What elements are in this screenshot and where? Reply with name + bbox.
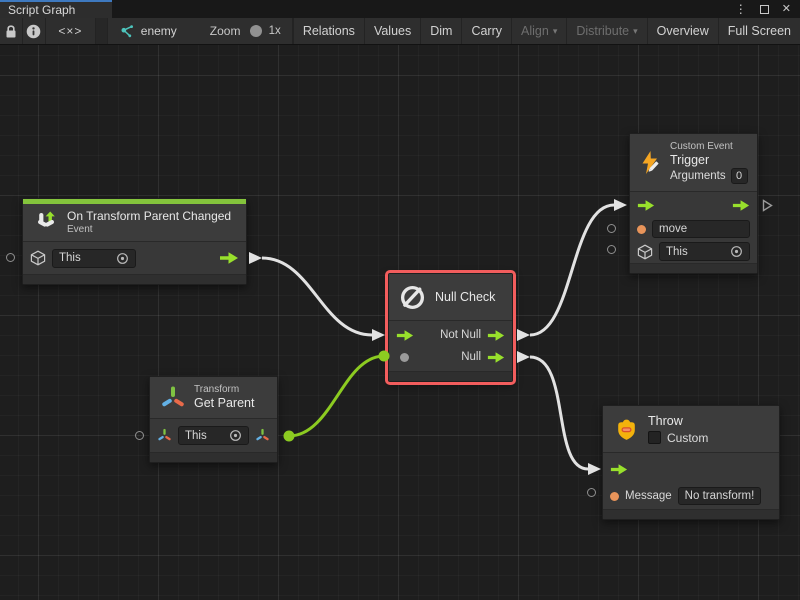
null-check-icon bbox=[399, 284, 426, 311]
node-category: Custom Event bbox=[670, 141, 748, 153]
null-output-port[interactable] bbox=[487, 351, 505, 364]
flow-input-port[interactable] bbox=[396, 329, 414, 342]
relations-button[interactable]: Relations bbox=[293, 18, 364, 44]
node-header: Transform Get Parent bbox=[150, 377, 277, 419]
node-footer bbox=[389, 371, 512, 381]
values-button[interactable]: Values bbox=[364, 18, 420, 44]
zoom-label: Zoom bbox=[210, 24, 241, 38]
code-icon: <×> bbox=[58, 24, 82, 38]
node-custom-event-trigger[interactable]: Custom Event Trigger Arguments 0 move bbox=[629, 133, 758, 274]
target-picker-icon[interactable] bbox=[229, 429, 242, 442]
transform-output-port-icon[interactable] bbox=[255, 428, 270, 443]
node-throw[interactable]: Throw Custom Message No transform! bbox=[602, 405, 780, 520]
node-title: Get Parent bbox=[194, 396, 254, 411]
custom-checkbox[interactable] bbox=[648, 431, 661, 444]
flow-input-port[interactable] bbox=[637, 199, 655, 212]
node-footer bbox=[23, 274, 246, 284]
zoom-slider[interactable] bbox=[250, 30, 258, 32]
arguments-label: Arguments bbox=[670, 170, 726, 182]
transform-event-icon bbox=[33, 210, 59, 236]
node-header: Throw Custom bbox=[603, 406, 779, 453]
throw-message-ext-port[interactable] bbox=[587, 488, 596, 497]
port-label-not-null: Not Null bbox=[440, 329, 481, 341]
transform-icon bbox=[160, 385, 186, 411]
graph-name[interactable]: enemy bbox=[141, 24, 177, 38]
node-footer bbox=[603, 509, 779, 519]
chevron-down-icon: ▾ bbox=[633, 26, 638, 37]
target-field[interactable]: This bbox=[52, 249, 136, 268]
toolbar-gap bbox=[96, 18, 108, 44]
target-picker-icon[interactable] bbox=[730, 245, 743, 258]
get-parent-target-ext-port[interactable] bbox=[135, 431, 144, 440]
node-footer bbox=[630, 263, 757, 273]
graph-breadcrumb-zoom: enemy Zoom 1x bbox=[108, 18, 293, 44]
string-input-port[interactable] bbox=[610, 492, 619, 501]
transform-port-icon[interactable] bbox=[157, 428, 172, 443]
graph-icon bbox=[119, 24, 134, 39]
tab-script-graph[interactable]: Script Graph bbox=[0, 0, 112, 18]
node-title: On Transform Parent Changed bbox=[67, 209, 231, 224]
not-null-output-port[interactable] bbox=[487, 329, 505, 342]
toolbar-buttons: Relations Values Dim Carry Align▾ Distri… bbox=[293, 18, 800, 44]
distribute-dropdown: Distribute▾ bbox=[566, 18, 646, 44]
cube-icon bbox=[30, 250, 46, 266]
dim-button[interactable]: Dim bbox=[420, 18, 461, 44]
node-header: Null Check bbox=[389, 274, 512, 321]
lock-button[interactable] bbox=[0, 18, 23, 44]
value-input-port[interactable] bbox=[400, 353, 409, 362]
close-icon[interactable]: ✕ bbox=[782, 4, 791, 15]
cube-icon bbox=[637, 244, 653, 260]
overview-button[interactable]: Overview bbox=[647, 18, 718, 44]
event-name-field[interactable]: move bbox=[652, 220, 750, 238]
target-field[interactable]: This bbox=[659, 242, 750, 261]
menu-kebab-icon[interactable]: ⋮ bbox=[735, 3, 747, 15]
node-on-transform-parent-changed[interactable]: On Transform Parent Changed Event This bbox=[22, 198, 247, 285]
window-controls: ⋮ ✕ bbox=[735, 0, 800, 18]
node-get-parent[interactable]: Transform Get Parent This bbox=[149, 376, 278, 463]
flow-input-port[interactable] bbox=[610, 463, 628, 476]
custom-event-target-ext-port[interactable] bbox=[607, 245, 616, 254]
node-title: Null Check bbox=[435, 290, 495, 305]
node-title: Trigger bbox=[670, 153, 748, 168]
node-subtitle: Event bbox=[67, 224, 231, 236]
lock-icon bbox=[5, 24, 17, 39]
port-label-null: Null bbox=[461, 351, 481, 363]
custom-event-icon bbox=[638, 150, 664, 176]
target-picker-icon[interactable] bbox=[116, 252, 129, 265]
graph-toolbar: <×> enemy Zoom 1x Relations Values Dim C… bbox=[0, 18, 800, 45]
node-null-check[interactable]: Null Check Not Null Null bbox=[388, 273, 513, 382]
info-button[interactable] bbox=[23, 18, 46, 44]
title-bar: Script Graph ⋮ ✕ bbox=[0, 0, 800, 18]
flow-output-port[interactable] bbox=[219, 251, 239, 265]
throw-shield-icon bbox=[613, 416, 640, 443]
event-target-ext-port[interactable] bbox=[6, 253, 15, 262]
code-button[interactable]: <×> bbox=[46, 18, 97, 44]
carry-button[interactable]: Carry bbox=[461, 18, 511, 44]
tab-label: Script Graph bbox=[8, 3, 75, 17]
node-footer bbox=[150, 452, 277, 462]
align-dropdown: Align▾ bbox=[511, 18, 566, 44]
node-category: Transform bbox=[194, 384, 254, 396]
custom-event-name-ext-port[interactable] bbox=[607, 224, 616, 233]
chevron-down-icon: ▾ bbox=[553, 26, 558, 37]
script-graph-window: Script Graph ⋮ ✕ <×> enemy Zoom 1x Relat… bbox=[0, 0, 800, 600]
fullscreen-button[interactable]: Full Screen bbox=[718, 18, 800, 44]
string-input-port[interactable] bbox=[637, 225, 646, 234]
custom-event-flow-out-ext-port[interactable] bbox=[762, 199, 773, 212]
info-icon bbox=[26, 24, 41, 39]
arguments-field[interactable]: 0 bbox=[731, 168, 748, 184]
node-header: Custom Event Trigger Arguments 0 bbox=[630, 134, 757, 192]
flow-output-port[interactable] bbox=[732, 199, 750, 212]
zoom-value: 1x bbox=[269, 25, 281, 37]
zoom-handle[interactable] bbox=[250, 25, 262, 37]
message-field[interactable]: No transform! bbox=[678, 487, 762, 505]
target-field[interactable]: This bbox=[178, 426, 249, 445]
message-label: Message bbox=[625, 490, 672, 502]
custom-label: Custom bbox=[667, 431, 708, 445]
maximize-icon[interactable] bbox=[760, 5, 769, 14]
node-header: On Transform Parent Changed Event bbox=[23, 204, 246, 242]
node-title: Throw bbox=[648, 414, 708, 429]
